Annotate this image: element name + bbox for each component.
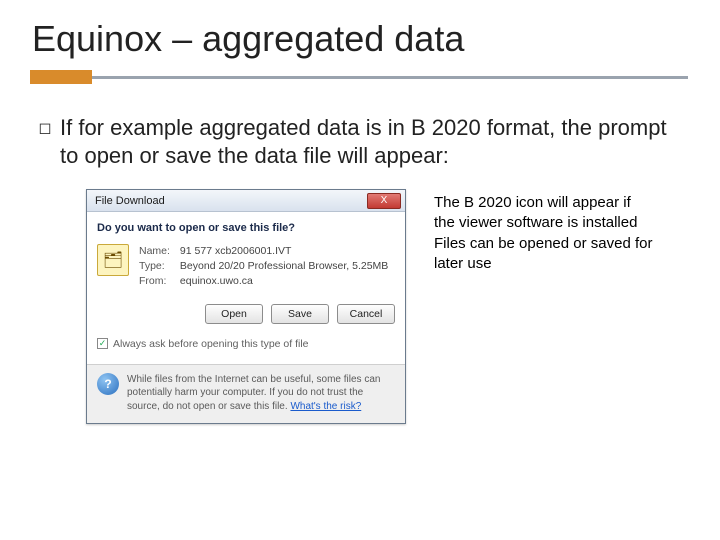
file-type-icon: 🗂 [97, 244, 129, 276]
title-underline [30, 70, 690, 88]
dialog-title: File Download [95, 195, 165, 207]
accent-bar [30, 70, 92, 84]
type-value: Beyond 20/20 Professional Browser, 5.25M… [180, 260, 388, 272]
side-line-2: Files can be opened or saved for later u… [434, 234, 654, 275]
name-label: Name: [139, 244, 177, 259]
b2020-icon: 🗂 [103, 250, 123, 270]
whats-the-risk-link[interactable]: What's the risk? [290, 401, 361, 412]
info-shield-icon: ? [97, 373, 119, 395]
side-line-1: The B 2020 icon will appear if the viewe… [434, 193, 654, 234]
name-value: 91 577 xcb2006001.IVT [180, 245, 292, 257]
bullet-text: If for example aggregated data is in B 2… [60, 114, 690, 169]
save-button[interactable]: Save [271, 304, 329, 324]
type-label: Type: [139, 259, 177, 274]
file-metadata: Name: 91 577 xcb2006001.IVT Type: Beyond… [139, 244, 388, 290]
always-ask-label: Always ask before opening this type of f… [113, 338, 309, 350]
security-warning: While files from the Internet can be use… [127, 373, 395, 414]
bullet-marker: ◻ [30, 114, 60, 169]
cancel-button[interactable]: Cancel [337, 304, 395, 324]
from-value: equinox.uwo.ca [180, 275, 253, 287]
dialog-question: Do you want to open or save this file? [97, 222, 395, 234]
side-annotation: The B 2020 icon will appear if the viewe… [434, 189, 654, 274]
file-download-dialog: File Download X Do you want to open or s… [86, 189, 406, 424]
from-label: From: [139, 274, 177, 289]
always-ask-checkbox[interactable]: ✓ [97, 338, 108, 349]
dialog-titlebar: File Download X [87, 190, 405, 212]
open-button[interactable]: Open [205, 304, 263, 324]
divider-line [92, 76, 688, 79]
close-button[interactable]: X [367, 193, 401, 209]
slide-title: Equinox – aggregated data [32, 18, 690, 60]
